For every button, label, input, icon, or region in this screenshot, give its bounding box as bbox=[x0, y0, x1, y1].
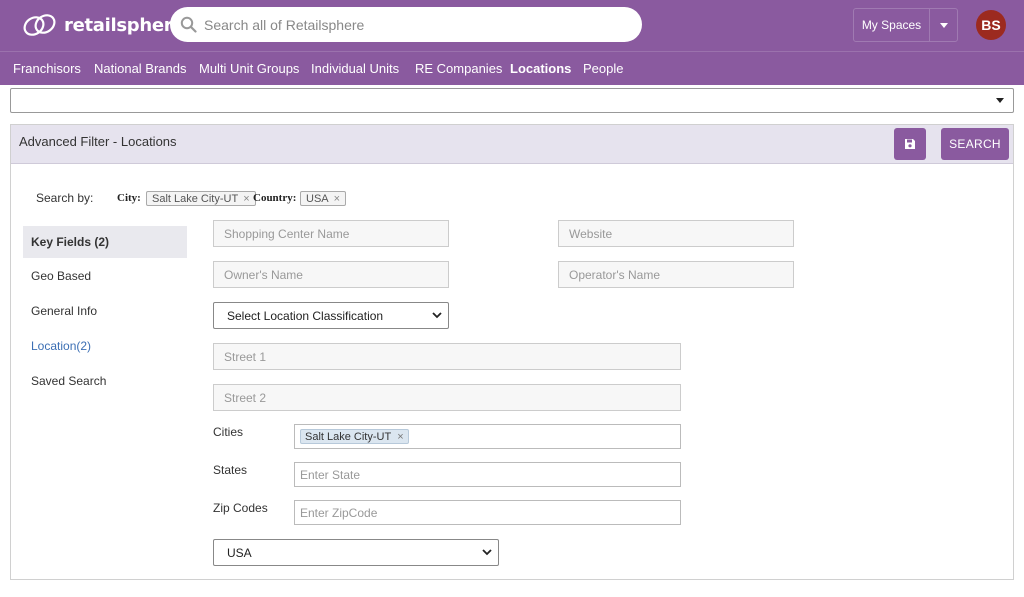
search-icon bbox=[180, 16, 197, 33]
criteria-city-value: Salt Lake City-UT bbox=[152, 192, 239, 205]
advanced-filter-panel: Advanced Filter - Locations SEARCH Searc… bbox=[10, 124, 1014, 580]
caret-down-icon bbox=[996, 98, 1004, 103]
nav-re-companies[interactable]: RE Companies bbox=[415, 61, 502, 76]
sidebar-item-saved-search[interactable]: Saved Search bbox=[23, 365, 187, 397]
brand-logo[interactable]: retailsphere bbox=[20, 10, 185, 40]
sidebar-item-general-info[interactable]: General Info bbox=[23, 295, 187, 327]
my-spaces-caret[interactable] bbox=[930, 9, 957, 41]
cities-label: Cities bbox=[213, 425, 244, 439]
main-nav: Franchisors National Brands Multi Unit G… bbox=[0, 51, 1024, 85]
nav-locations[interactable]: Locations bbox=[510, 61, 571, 76]
shopping-center-input[interactable]: Shopping Center Name bbox=[213, 220, 449, 247]
operator-name-input[interactable]: Operator's Name bbox=[558, 261, 794, 288]
nav-individual-units[interactable]: Individual Units bbox=[311, 61, 399, 76]
zip-codes-label: Zip Codes bbox=[213, 501, 268, 515]
caret-down-icon bbox=[939, 22, 948, 28]
sidebar-item-location[interactable]: Location(2) bbox=[23, 330, 187, 362]
criteria-country-label: Country: bbox=[253, 192, 297, 204]
country-select[interactable]: USA bbox=[213, 539, 499, 566]
criteria-country-value: USA bbox=[306, 192, 329, 205]
my-spaces-label[interactable]: My Spaces bbox=[854, 9, 930, 41]
criteria-city-chip[interactable]: Salt Lake City-UT × bbox=[146, 191, 256, 206]
my-spaces-dropdown[interactable]: My Spaces bbox=[853, 8, 958, 42]
location-classification-select[interactable]: Select Location Classification bbox=[213, 302, 449, 329]
sidebar-item-key-fields[interactable]: Key Fields (2) bbox=[23, 226, 187, 258]
floppy-disk-icon bbox=[905, 139, 915, 149]
panel-header: Advanced Filter - Locations SEARCH bbox=[11, 125, 1013, 164]
brand-name: retailsphere bbox=[64, 14, 185, 36]
search-button[interactable]: SEARCH bbox=[941, 128, 1009, 160]
nav-people[interactable]: People bbox=[583, 61, 623, 76]
remove-chip-icon[interactable]: × bbox=[334, 193, 340, 205]
sidebar-item-geo-based[interactable]: Geo Based bbox=[23, 260, 187, 292]
top-select-dropdown[interactable] bbox=[10, 88, 1014, 113]
global-search[interactable] bbox=[170, 7, 642, 42]
save-search-button[interactable] bbox=[894, 128, 926, 160]
cities-multiselect[interactable]: Salt Lake City-UT × bbox=[294, 424, 681, 449]
remove-tag-icon[interactable]: × bbox=[397, 431, 403, 443]
city-tag[interactable]: Salt Lake City-UT × bbox=[300, 429, 409, 444]
criteria-country-chip[interactable]: USA × bbox=[300, 191, 347, 206]
states-input[interactable]: Enter State bbox=[294, 462, 681, 487]
nav-national-brands[interactable]: National Brands bbox=[94, 61, 187, 76]
country-value: USA bbox=[227, 545, 252, 560]
city-tag-label: Salt Lake City-UT bbox=[305, 430, 392, 443]
search-by-label: Search by: bbox=[36, 191, 94, 205]
states-label: States bbox=[213, 463, 248, 477]
panel-title: Advanced Filter - Locations bbox=[19, 134, 177, 149]
owner-name-input[interactable]: Owner's Name bbox=[213, 261, 449, 288]
chevron-down-icon bbox=[482, 549, 492, 556]
search-input[interactable] bbox=[204, 7, 624, 42]
top-bar: retailsphere My Spaces BS bbox=[0, 0, 1024, 51]
remove-chip-icon[interactable]: × bbox=[243, 193, 249, 205]
street1-input[interactable]: Street 1 bbox=[213, 343, 681, 370]
street2-input[interactable]: Street 2 bbox=[213, 384, 681, 411]
nav-franchisors[interactable]: Franchisors bbox=[13, 61, 81, 76]
logo-rings-icon bbox=[23, 14, 56, 36]
location-classification-value: Select Location Classification bbox=[227, 308, 384, 323]
zip-codes-input[interactable]: Enter ZipCode bbox=[294, 500, 681, 525]
chevron-down-icon bbox=[432, 312, 442, 319]
nav-multi-unit-groups[interactable]: Multi Unit Groups bbox=[199, 61, 299, 76]
criteria-city-label: City: bbox=[117, 192, 141, 204]
user-avatar[interactable]: BS bbox=[976, 10, 1006, 40]
website-input[interactable]: Website bbox=[558, 220, 794, 247]
